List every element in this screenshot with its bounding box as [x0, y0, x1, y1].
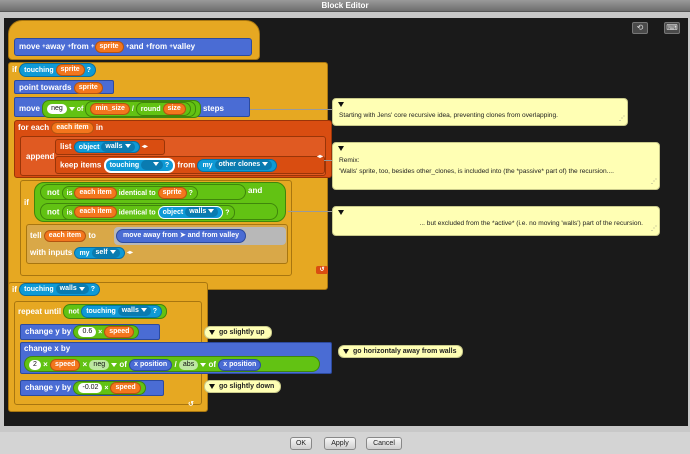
move-label: move — [19, 104, 40, 114]
in-label: in — [95, 123, 103, 132]
point-target[interactable]: sprite — [73, 81, 103, 94]
hat-word-away: away — [45, 42, 66, 52]
each-item-var-3: each item — [74, 206, 117, 219]
and-label: and — [248, 186, 263, 195]
hat-word-and: and — [129, 42, 144, 52]
neg-dropdown[interactable]: neg — [47, 104, 67, 114]
repeat-header: repeat until not touching walls ? — [18, 304, 168, 320]
neg-dropdown-2[interactable]: neg — [89, 359, 110, 370]
hat-word-from-2: from — [149, 42, 168, 52]
tell-target[interactable]: each item — [43, 229, 87, 242]
comment-go-horizontally[interactable]: go horizontaly away from walls — [338, 345, 464, 358]
script-area[interactable]: move +away +from + sprite +and +from +val… — [4, 18, 688, 426]
note-connector — [250, 109, 332, 110]
window-title: Block Editor — [0, 0, 690, 12]
point-towards-block[interactable]: point towards sprite — [14, 80, 114, 94]
not-predicate-2[interactable]: not is each item identical to object wal… — [40, 203, 278, 220]
each-item-var-2: each item — [74, 187, 117, 199]
if3-header: if touching walls ? — [12, 283, 100, 297]
for-each-label: for each — [18, 123, 50, 132]
apply-button[interactable]: Apply — [324, 437, 356, 450]
append-label: append — [26, 152, 55, 161]
ring-command[interactable]: move away from ➤ and from valley — [114, 227, 286, 245]
change-y-up-block[interactable]: change y by 0.6 × speed — [20, 324, 160, 340]
multiplier-input[interactable]: 2 — [29, 359, 41, 370]
comment-note-2[interactable]: Remix: 'Walls' sprite, too, besides other… — [332, 142, 660, 190]
touching-walls-predicate[interactable]: touching walls ? — [19, 283, 100, 297]
if-label: if — [12, 65, 17, 75]
change-x-label: change x by — [24, 344, 71, 353]
hat-word-from: from — [70, 42, 89, 52]
comment-note-1[interactable]: Starting with Jens' core recursive idea,… — [332, 98, 628, 126]
keyboard-icon[interactable]: ⌨ — [664, 22, 680, 34]
each-item-var[interactable]: each item — [51, 121, 94, 134]
for-each-header: for each each item in — [18, 121, 103, 135]
neg-of-reporter[interactable]: neg of min_size / round size — [42, 100, 201, 118]
if-header: if touching sprite ? — [12, 63, 96, 77]
tell-header: tell each item to — [30, 229, 96, 243]
param-sprite[interactable]: sprite — [94, 41, 124, 53]
note-connector-3 — [288, 211, 332, 212]
to-label: to — [88, 231, 96, 240]
keep-items-reporter[interactable]: keep items touching ? from my other clon… — [55, 156, 325, 174]
undo-arrow-icon[interactable]: ⟲ — [632, 22, 648, 34]
with-inputs-row: with inputs my self ◂▸ — [30, 246, 133, 260]
loop-arrow-icon-2: ↺ — [188, 401, 194, 408]
custom-block-prototype[interactable]: move +away +from + sprite +and +from +val… — [14, 38, 252, 56]
append-block[interactable]: append list object walls ◂▸ keep items t… — [20, 136, 326, 176]
not-predicate-1[interactable]: not is each item identical to sprite ? — [40, 184, 246, 200]
comment-note-3[interactable]: ... but excluded from the *active* (i.e.… — [332, 206, 660, 236]
tell-label: tell — [30, 231, 42, 240]
size-var: size — [162, 103, 186, 115]
list-reporter[interactable]: list object walls ◂▸ — [55, 139, 165, 155]
cancel-button[interactable]: Cancel — [366, 437, 402, 450]
hat-word-move: move — [19, 42, 40, 52]
hat-word-valley: valley — [172, 42, 196, 52]
if2-label: if — [24, 198, 29, 207]
loop-arrow-icon: ↺ — [316, 266, 328, 274]
comment-go-slightly-down[interactable]: go slightly down — [204, 380, 282, 393]
abs-dropdown[interactable]: abs — [178, 359, 199, 370]
note-connector-2 — [324, 160, 332, 161]
sprite-var: sprite — [157, 187, 187, 199]
change-x-expression[interactable]: 2 × speed × neg of x position / abs of x… — [24, 356, 320, 372]
steps-label: steps — [203, 104, 224, 114]
touching-target[interactable]: sprite — [55, 64, 85, 76]
dy-up-input[interactable]: 0.6 — [78, 327, 97, 337]
point-towards-label: point towards — [19, 83, 72, 92]
min-size-var: min_size — [90, 103, 130, 115]
touching-predicate[interactable]: touching sprite ? — [19, 63, 96, 77]
dy-down-input[interactable]: -0.02 — [78, 383, 103, 393]
change-y-down-block[interactable]: change y by -0.02 × speed — [20, 380, 164, 396]
ok-button[interactable]: OK — [290, 437, 312, 450]
move-block[interactable]: move neg of min_size / round size steps — [14, 97, 250, 118]
comment-go-slightly-up[interactable]: go slightly up — [204, 326, 272, 339]
